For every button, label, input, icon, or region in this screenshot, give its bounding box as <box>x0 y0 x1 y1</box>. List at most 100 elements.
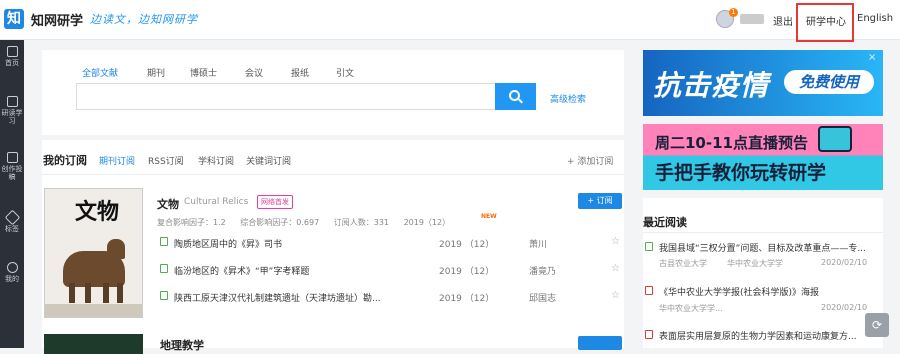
sidebar-item-label: 研读学习 <box>1 109 23 125</box>
tab-citations[interactable]: 引文 <box>336 66 354 79</box>
sidebar-item-home[interactable]: 首页 <box>0 46 24 67</box>
sidebar-item-label: 创作投稿 <box>1 165 23 181</box>
sidebar-item-create[interactable]: 创作投稿 <box>0 152 24 181</box>
sidebar-item-label: 我的 <box>5 275 19 283</box>
cover-artifact-leg <box>85 283 91 303</box>
add-subscription-link[interactable]: + 添加订阅 <box>567 154 613 167</box>
article-author[interactable]: 潘竟乃 <box>529 264 556 277</box>
subscribe-button[interactable]: + 订阅 <box>578 193 622 209</box>
user-icon <box>6 262 18 273</box>
recent-item-source: 华中农业大学学 <box>727 259 783 268</box>
new-badge: NEW <box>481 213 497 220</box>
subscriptions-card: 我的订阅 期刊订阅 RSS订阅 学科订阅 关键词订阅 + 添加订阅 文物 文物 … <box>42 140 624 354</box>
article-year: 2019 （12） <box>439 240 495 250</box>
refresh-icon[interactable]: ⟳ <box>865 313 889 337</box>
notification-badge: 1 <box>729 8 738 17</box>
username-redacted[interactable] <box>740 14 764 24</box>
divider <box>643 232 883 233</box>
sidebar-item-label: 首页 <box>5 59 19 67</box>
tab-newspapers[interactable]: 报纸 <box>291 66 309 79</box>
cover-artifact <box>63 251 125 287</box>
impact-factor-composite: 复合影响因子：1.2 <box>157 218 226 227</box>
logo-icon[interactable]: 知 <box>4 9 24 29</box>
recent-item-title[interactable]: 我国县域“三权分置”问题、目标及改革重点——专... <box>659 241 866 254</box>
article-title[interactable]: 陕西工原天津汉代礼制建筑遗址（天津坊遗址）勘... <box>174 291 381 304</box>
camera-icon <box>818 126 852 152</box>
english-link[interactable]: English <box>857 13 893 24</box>
impact-factor-comprehensive: 综合影响因子：0.697 <box>240 218 320 227</box>
article-title[interactable]: 临汾地区的《昇术》“甲”字考释题 <box>174 264 309 277</box>
epidemic-banner[interactable]: 抗击疫情 免费使用 × <box>643 50 883 116</box>
logout-link[interactable]: 退出 <box>773 13 793 28</box>
recent-item-source: 古县农业大学 <box>659 259 707 268</box>
journal-stats: 复合影响因子：1.2 综合影响因子：0.697 订阅人数：331 2019（12… <box>157 217 462 228</box>
sidebar-item-tags[interactable]: 标签 <box>0 209 24 233</box>
slogan: 边读文，边知网研学 <box>90 13 198 26</box>
sidebar: 首页 研读学习 创作投稿 标签 我的 <box>0 40 24 348</box>
star-icon[interactable]: ☆ <box>611 290 620 301</box>
live-stream-banner[interactable]: 周二10-11点直播预告 手把手教你玩转研学 <box>643 124 883 190</box>
html-doc-icon <box>160 291 168 300</box>
search-icon-handle <box>518 98 523 104</box>
journal-tag: 网络首发 <box>257 195 293 209</box>
html-doc-icon <box>160 237 168 246</box>
tab-conferences[interactable]: 会议 <box>245 66 263 79</box>
highlight-box <box>796 3 854 42</box>
tab-subject-subs[interactable]: 学科订阅 <box>198 154 234 167</box>
star-icon[interactable]: ☆ <box>611 263 620 274</box>
advanced-search-link[interactable]: 高级检索 <box>550 92 586 105</box>
banner-line-2: 手把手教你玩转研学 <box>655 162 827 184</box>
tab-rss-subs[interactable]: RSS订阅 <box>148 154 184 167</box>
close-icon[interactable]: × <box>868 52 876 63</box>
latest-issue[interactable]: 2019（12） <box>404 218 451 227</box>
book-icon <box>6 96 18 107</box>
free-use-pill: 免费使用 <box>784 70 874 94</box>
edit-icon <box>6 152 18 163</box>
banner-line-1: 周二10-11点直播预告 <box>655 134 808 152</box>
banner-headline: 抗击疫情 <box>653 69 770 102</box>
cover-artifact-leg <box>117 283 123 303</box>
cover-title: 文物 <box>75 199 120 225</box>
html-doc-icon <box>160 264 168 273</box>
journal-cover[interactable] <box>44 334 143 354</box>
pdf-doc-icon <box>645 330 653 339</box>
journal-name[interactable]: 文物 <box>157 196 179 212</box>
journal-name[interactable]: 地理教学 <box>160 337 204 353</box>
tab-theses[interactable]: 博硕士 <box>190 66 217 79</box>
scrollbar[interactable] <box>887 40 900 348</box>
divider <box>42 174 624 175</box>
star-icon[interactable]: ☆ <box>611 236 620 247</box>
pdf-doc-icon <box>645 286 653 295</box>
cover-artifact-leg <box>69 283 75 303</box>
article-author[interactable]: 邱国志 <box>529 291 556 304</box>
sidebar-item-label: 标签 <box>5 225 19 233</box>
tab-journal-subs[interactable]: 期刊订阅 <box>99 154 135 167</box>
recent-item-title[interactable]: 表面层实用层复原的生物力学因素和运动康复方... <box>659 329 857 342</box>
sidebar-item-mine[interactable]: 我的 <box>0 262 24 283</box>
tab-all-docs[interactable]: 全部文献 <box>82 66 118 79</box>
recent-item-date: 2020/02/10 <box>821 303 868 312</box>
recent-item-date: 2020/02/10 <box>821 258 868 267</box>
tag-icon <box>4 209 20 226</box>
recent-item-title[interactable]: 《华中农业大学学报(社会科学版)》海报 <box>659 285 819 298</box>
subscriber-count: 订阅人数：331 <box>333 218 390 227</box>
recent-reading-title: 最近阅读 <box>643 216 687 229</box>
search-button[interactable] <box>495 83 536 110</box>
journal-cover[interactable]: 文物 <box>44 188 143 318</box>
brand-name[interactable]: 知网研学 <box>31 10 83 29</box>
sidebar-item-study[interactable]: 研读学习 <box>0 96 24 125</box>
subscriptions-title: 我的订阅 <box>43 154 87 167</box>
search-card: 全部文献 期刊 博硕士 会议 报纸 引文 高级检索 <box>42 50 624 135</box>
recent-reading-card: 最近阅读 我国县域“三权分置”问题、目标及改革重点——专... 古县农业大学 华… <box>643 198 883 348</box>
home-icon <box>6 46 18 57</box>
search-input[interactable] <box>76 83 496 110</box>
article-year: 2019 （12） <box>439 294 495 304</box>
article-title[interactable]: 陶质地区周中的《昇》司书 <box>174 237 282 250</box>
tab-keyword-subs[interactable]: 关键词订阅 <box>246 154 291 167</box>
cover-artifact-leg <box>103 283 109 303</box>
tab-journals[interactable]: 期刊 <box>147 66 165 79</box>
article-author[interactable]: 萧川 <box>529 237 547 250</box>
top-bar: 知 知网研学 边读文，边知网研学 1 退出 研学中心 English <box>0 0 900 42</box>
article-year: 2019 （12） <box>439 267 495 277</box>
html-doc-icon <box>645 242 653 251</box>
